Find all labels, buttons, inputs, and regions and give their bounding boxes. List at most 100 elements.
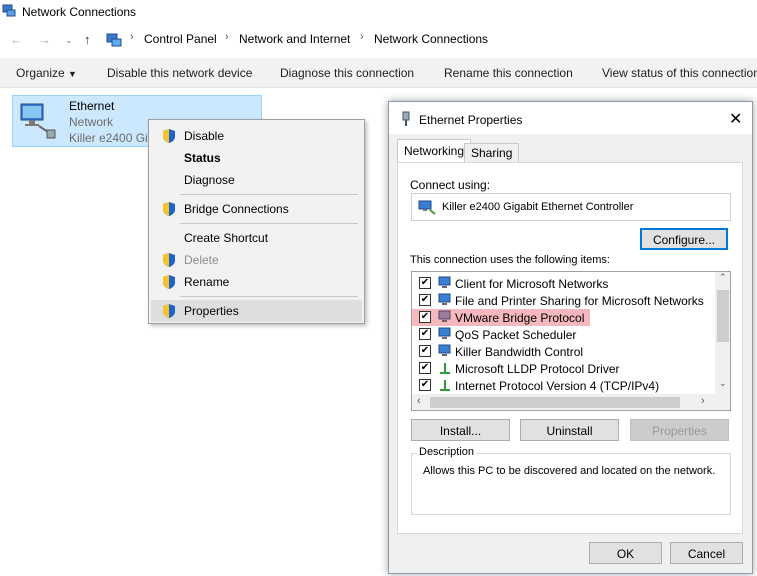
view-status-button[interactable]: View status of this connection	[602, 66, 757, 80]
breadcrumb-network-and-internet[interactable]: Network and Internet	[239, 32, 350, 46]
menu-separator	[180, 223, 358, 224]
breadcrumb-separator: ›	[360, 31, 364, 43]
menu-item-delete[interactable]: Delete	[151, 249, 362, 271]
rename-connection-button[interactable]: Rename this connection	[444, 66, 573, 80]
item-label: Killer Bandwidth Control	[455, 345, 584, 359]
menu-item-rename[interactable]: Rename	[151, 271, 362, 293]
list-item-file-printer-sharing[interactable]: ✔ File and Printer Sharing for Microsoft…	[412, 292, 712, 309]
address-bar: ← → ⌄ ↑ › Control Panel › Network and In…	[0, 26, 757, 54]
breadcrumb-separator: ›	[225, 31, 229, 43]
breadcrumb-network-connections[interactable]: Network Connections	[374, 32, 488, 46]
diagnose-connection-button[interactable]: Diagnose this connection	[280, 66, 414, 80]
uac-shield-icon	[163, 304, 175, 318]
menu-item-diagnose[interactable]: Diagnose	[151, 169, 362, 191]
uninstall-button[interactable]: Uninstall	[520, 419, 619, 441]
item-label: File and Printer Sharing for Microsoft N…	[455, 294, 704, 308]
scroll-thumb[interactable]	[717, 290, 729, 342]
connection-device: Killer e2400 Gig	[69, 131, 155, 145]
list-item-killer-bandwidth[interactable]: ✔ Killer Bandwidth Control	[412, 343, 712, 360]
list-item-qos[interactable]: ✔ QoS Packet Scheduler	[412, 326, 712, 343]
window-title-bar: Network Connections	[0, 0, 757, 26]
connect-using-label: Connect using:	[410, 178, 491, 192]
command-bar: Organize ▼ Disable this network device D…	[0, 58, 757, 88]
close-icon[interactable]: ✕	[729, 109, 742, 129]
network-service-icon	[438, 293, 451, 305]
components-list[interactable]: ✔ Client for Microsoft Networks ✔ File a…	[411, 271, 731, 411]
menu-item-disable[interactable]: Disable	[151, 125, 362, 147]
ethernet-adapter-icon	[20, 103, 56, 139]
network-client-icon	[438, 276, 451, 288]
cancel-button[interactable]: Cancel	[670, 542, 743, 564]
description-group	[411, 453, 731, 515]
item-checkbox[interactable]: ✔	[419, 345, 431, 357]
properties-button[interactable]: Properties	[630, 419, 729, 441]
menu-item-label: Properties	[184, 304, 239, 318]
install-button[interactable]: Install...	[411, 419, 510, 441]
menu-item-label: Status	[184, 151, 221, 165]
items-label: This connection uses the following items…	[410, 254, 610, 266]
back-arrow-icon[interactable]: ←	[10, 32, 23, 47]
scroll-thumb[interactable]	[430, 397, 680, 408]
vmware-bridge-icon	[438, 310, 451, 322]
configure-button[interactable]: Configure...	[640, 228, 728, 250]
organize-button[interactable]: Organize ▼	[16, 66, 77, 80]
vertical-scrollbar[interactable]: ⌃ ⌄	[715, 272, 730, 394]
item-checkbox[interactable]: ✔	[419, 379, 431, 391]
item-checkbox[interactable]: ✔	[419, 294, 431, 306]
scroll-right-icon[interactable]: ›	[701, 395, 705, 407]
description-text: Allows this PC to be discovered and loca…	[423, 465, 716, 477]
menu-item-status[interactable]: Status	[151, 147, 362, 169]
network-adapter-icon	[418, 200, 436, 215]
list-item-vmware-bridge[interactable]: ✔ VMware Bridge Protocol	[412, 309, 590, 326]
protocol-icon	[440, 380, 450, 391]
tab-networking[interactable]: Networking	[397, 139, 472, 163]
ethernet-properties-dialog: Ethernet Properties ✕ Networking Sharing…	[388, 101, 753, 574]
item-label: Client for Microsoft Networks	[455, 277, 609, 291]
context-menu: Disable Status Diagnose Bridge Connectio…	[148, 119, 365, 324]
uac-shield-icon	[163, 202, 175, 216]
recent-locations-chevron-icon[interactable]: ⌄	[65, 35, 73, 46]
breadcrumb-control-panel[interactable]: Control Panel	[144, 32, 217, 46]
menu-item-bridge-connections[interactable]: Bridge Connections	[151, 198, 362, 220]
dialog-title-bar: Ethernet Properties ✕	[389, 102, 752, 134]
menu-separator	[180, 194, 358, 195]
scroll-left-icon[interactable]: ‹	[417, 395, 421, 407]
item-checkbox[interactable]: ✔	[419, 328, 431, 340]
forward-arrow-icon[interactable]: →	[38, 32, 51, 47]
protocol-icon	[440, 363, 450, 374]
menu-item-properties[interactable]: Properties	[151, 300, 362, 322]
menu-item-create-shortcut[interactable]: Create Shortcut	[151, 227, 362, 249]
item-checkbox[interactable]: ✔	[419, 311, 431, 323]
menu-separator	[180, 296, 358, 297]
control-panel-icon	[106, 33, 122, 47]
item-checkbox[interactable]: ✔	[419, 277, 431, 289]
horizontal-scrollbar[interactable]: ‹ ›	[412, 394, 730, 410]
scroll-down-icon[interactable]: ⌄	[719, 378, 727, 389]
item-label: QoS Packet Scheduler	[455, 328, 577, 342]
item-checkbox[interactable]: ✔	[419, 362, 431, 374]
tab-sharing[interactable]: Sharing	[464, 143, 520, 163]
window-title: Network Connections	[22, 5, 137, 19]
scroll-up-icon[interactable]: ⌃	[719, 272, 727, 283]
list-item-lldp[interactable]: ✔ Microsoft LLDP Protocol Driver	[412, 360, 712, 377]
item-label: Microsoft LLDP Protocol Driver	[455, 362, 620, 376]
dialog-title: Ethernet Properties	[419, 113, 523, 127]
list-item-ipv4[interactable]: ✔ Internet Protocol Version 4 (TCP/IPv4)	[412, 377, 712, 394]
menu-item-label: Delete	[184, 253, 219, 267]
uac-shield-icon	[163, 253, 175, 267]
connection-status: Network	[69, 115, 114, 129]
ethernet-plug-icon	[402, 111, 410, 126]
list-item-client[interactable]: ✔ Client for Microsoft Networks	[412, 275, 712, 292]
uac-shield-icon	[163, 129, 175, 143]
disable-device-button[interactable]: Disable this network device	[107, 66, 252, 80]
uac-shield-icon	[163, 275, 175, 289]
ok-button[interactable]: OK	[589, 542, 662, 564]
connection-name: Ethernet	[69, 99, 115, 113]
network-service-icon	[438, 344, 451, 356]
menu-item-label: Diagnose	[184, 173, 235, 187]
up-arrow-icon[interactable]: ↑	[84, 32, 91, 47]
menu-item-label: Rename	[184, 275, 230, 289]
network-connections-icon	[2, 4, 16, 17]
menu-item-label: Disable	[184, 129, 225, 143]
adapter-name: Killer e2400 Gigabit Ethernet Controller	[442, 201, 634, 213]
